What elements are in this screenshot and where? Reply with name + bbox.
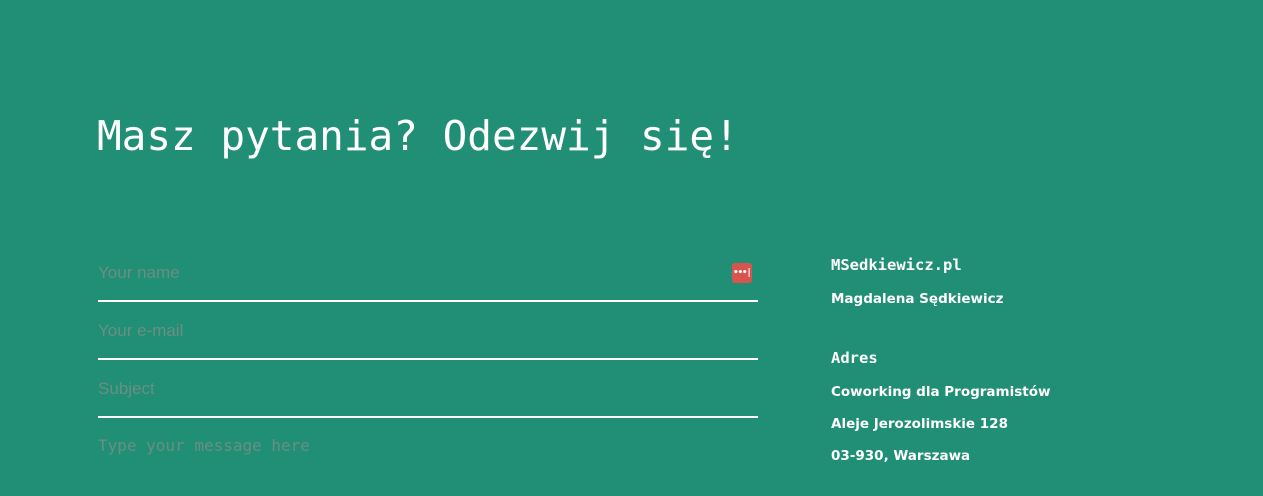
page-title: Masz pytania? Odezwij się! [97,112,739,160]
email-field-wrapper [98,306,758,360]
email-input[interactable] [98,306,718,356]
message-input[interactable] [98,436,758,486]
subject-input[interactable] [98,364,718,414]
site-title: MSedkiewicz.pl [831,256,962,274]
password-manager-icon[interactable]: •••| [732,263,752,283]
address-line-2: Aleje Jerozolimskie 128 [831,416,1008,432]
owner-name: Magdalena Sędkiewicz [831,291,1004,307]
address-heading: Adres [831,349,878,367]
contact-form: •••| [98,248,758,422]
address-line-1: Coworking dla Programistów [831,384,1051,400]
subject-field-wrapper [98,364,758,418]
address-line-3: 03-930, Warszawa [831,448,971,464]
name-field-wrapper: •••| [98,248,758,302]
name-input[interactable] [98,248,718,298]
